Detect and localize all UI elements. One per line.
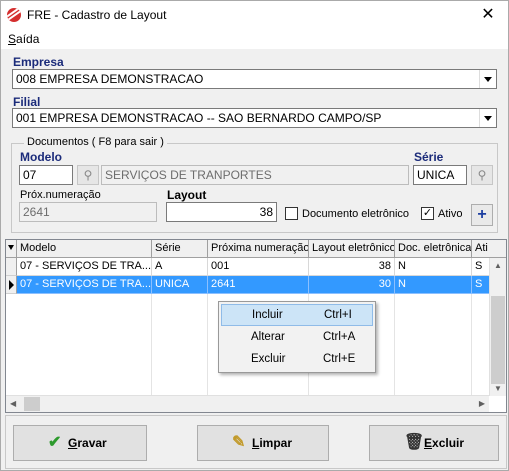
- close-button[interactable]: ✕: [476, 4, 500, 26]
- checkmark-icon: ✔: [48, 434, 62, 451]
- documentos-legend: Documentos ( F8 para sair ): [24, 136, 167, 148]
- prox-numeracao-field: 2641: [19, 202, 157, 222]
- serie-field[interactable]: UNICA: [413, 165, 467, 185]
- grid-corner: [6, 240, 17, 258]
- grid-line: [207, 294, 208, 396]
- horizontal-scroll-thumb[interactable]: [24, 397, 40, 411]
- add-button[interactable]: +: [471, 204, 493, 226]
- binoculars-icon: ⚲: [83, 168, 93, 182]
- title-bar: FRE - Cadastro de Layout ✕: [1, 1, 508, 30]
- col-header-ativo[interactable]: Ati: [472, 240, 506, 258]
- app-logo-icon: [7, 8, 21, 22]
- layout-field[interactable]: 38: [166, 202, 277, 222]
- grid-line: [471, 294, 472, 396]
- col-header-layout[interactable]: Layout eletrônico: [309, 240, 395, 258]
- binoculars-icon: ⚲: [477, 168, 487, 182]
- trash-icon: 🗑: [404, 434, 425, 451]
- menu-bar: Saída: [1, 30, 508, 49]
- excluir-button[interactable]: 🗑 Excluir: [369, 425, 499, 461]
- current-row-arrow-icon: [9, 280, 14, 290]
- table-cell[interactable]: 30: [309, 276, 395, 294]
- window: FRE - Cadastro de Layout ✕ Saída Empresa…: [0, 0, 509, 471]
- modelo-label: Modelo: [20, 150, 62, 164]
- broom-icon: ✎: [232, 434, 246, 451]
- empresa-select[interactable]: 008 EMPRESA DEMONSTRACAO: [12, 69, 497, 89]
- layout-label: Layout: [167, 188, 207, 202]
- filial-label: Filial: [13, 95, 41, 109]
- table-cell[interactable]: N: [395, 258, 472, 276]
- window-title: FRE - Cadastro de Layout: [27, 8, 167, 22]
- close-icon: ✕: [481, 6, 495, 23]
- modelo-lookup-button[interactable]: ⚲: [77, 165, 99, 185]
- table-cell[interactable]: 38: [309, 258, 395, 276]
- row-indicator: [6, 276, 17, 294]
- table-cell[interactable]: 001: [208, 258, 309, 276]
- serie-lookup-button[interactable]: ⚲: [471, 165, 493, 185]
- grid-line: [394, 294, 395, 396]
- menu-saida[interactable]: Saída: [8, 32, 39, 46]
- modelo-code-field[interactable]: 07: [19, 165, 73, 185]
- grid-line: [151, 294, 152, 396]
- table-cell[interactable]: A: [152, 258, 208, 276]
- context-menu-incluir[interactable]: Incluir Ctrl+I: [221, 304, 373, 326]
- scroll-left-icon[interactable]: ◀: [10, 399, 16, 408]
- sort-arrow-icon: [8, 245, 14, 250]
- plus-icon: +: [477, 206, 487, 223]
- prox-numeracao-label: Próx.numeração: [20, 189, 101, 201]
- filial-dropdown-icon[interactable]: [479, 109, 496, 127]
- horizontal-scrollbar[interactable]: ◀ ▶: [6, 395, 489, 412]
- documento-eletronico-label: Documento eletrônico: [302, 208, 410, 220]
- scroll-right-icon[interactable]: ▶: [479, 399, 485, 408]
- scroll-up-icon[interactable]: ▲: [494, 261, 502, 270]
- vertical-scrollbar[interactable]: ▲ ▼: [489, 258, 506, 396]
- documento-eletronico-checkbox[interactable]: [285, 207, 298, 220]
- table-cell[interactable]: 07 - SERVIÇOS DE TRA...: [17, 258, 152, 276]
- checkmark-icon: ✓: [422, 207, 433, 219]
- scroll-down-icon[interactable]: ▼: [494, 384, 502, 393]
- empresa-label: Empresa: [13, 55, 64, 69]
- table-cell[interactable]: 2641: [208, 276, 309, 294]
- empresa-dropdown-icon[interactable]: [479, 70, 496, 88]
- context-menu-alterar[interactable]: Alterar Ctrl+A: [221, 327, 373, 349]
- table-cell[interactable]: 07 - SERVIÇOS DE TRA...: [17, 276, 152, 294]
- context-menu-excluir[interactable]: Excluir Ctrl+E: [221, 349, 373, 371]
- ativo-label: Ativo: [438, 208, 463, 220]
- col-header-modelo[interactable]: Modelo: [17, 240, 152, 258]
- vertical-scroll-thumb[interactable]: [491, 296, 505, 384]
- limpar-button[interactable]: ✎ Limpar: [197, 425, 329, 461]
- col-header-doc[interactable]: Doc. eletrônica: [395, 240, 472, 258]
- table-cell[interactable]: UNICA: [152, 276, 208, 294]
- col-header-proxima[interactable]: Próxima numeração: [208, 240, 309, 258]
- gravar-button[interactable]: ✔ Gravar: [13, 425, 147, 461]
- modelo-description-field: SERVIÇOS DE TRANPORTES: [101, 165, 409, 185]
- table-cell[interactable]: N: [395, 276, 472, 294]
- row-indicator: [6, 258, 17, 276]
- serie-label: Série: [414, 150, 444, 164]
- context-menu: Incluir Ctrl+I Alterar Ctrl+A Excluir Ct…: [218, 301, 376, 373]
- col-header-serie[interactable]: Série: [152, 240, 208, 258]
- ativo-checkbox[interactable]: ✓: [421, 207, 434, 220]
- filial-select[interactable]: 001 EMPRESA DEMONSTRACAO -- SAO BERNARDO…: [12, 108, 497, 128]
